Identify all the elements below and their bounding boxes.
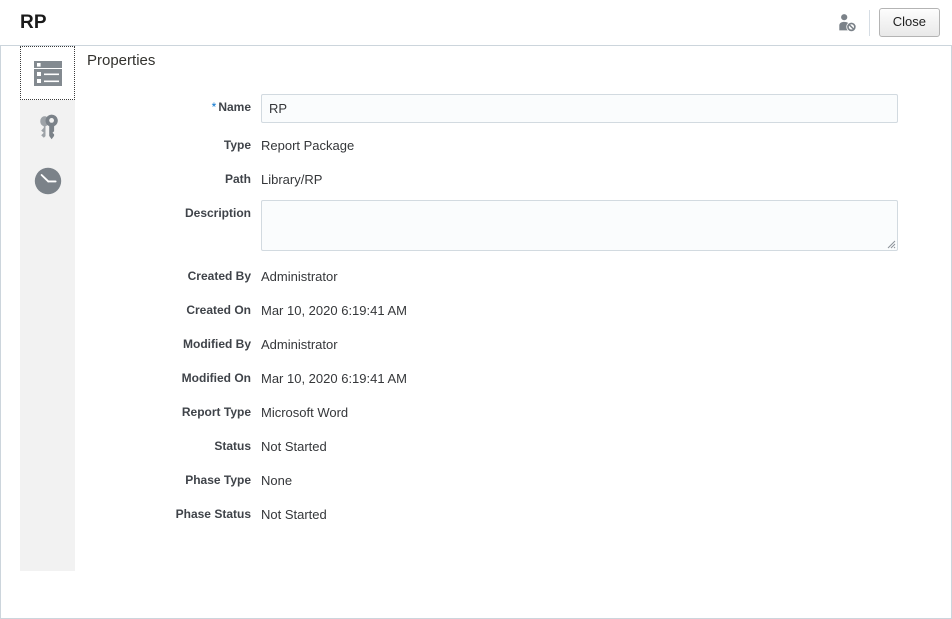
sidebar-item-properties[interactable] xyxy=(20,46,75,100)
label-type: Type xyxy=(223,138,251,152)
sidebar-item-history[interactable] xyxy=(20,154,75,208)
label-status: Status xyxy=(214,439,251,453)
clock-icon xyxy=(33,166,63,196)
name-input[interactable] xyxy=(261,94,898,123)
value-type: Report Package xyxy=(261,138,355,153)
form-row-report-type: Report Type Microsoft Word xyxy=(75,399,935,420)
user-unassigned-icon[interactable] xyxy=(833,9,861,37)
value-phase-type: None xyxy=(261,473,293,488)
page-title: RP xyxy=(20,12,47,33)
form-row-name: * Name xyxy=(75,94,935,123)
properties-list-icon xyxy=(33,60,63,87)
form-row-phase-type: Phase Type None xyxy=(75,467,935,488)
value-report-type: Microsoft Word xyxy=(261,405,349,420)
value-modified-on: Mar 10, 2020 6:19:41 AM xyxy=(261,371,407,386)
value-created-by: Administrator xyxy=(261,269,338,284)
label-phase-type: Phase Type xyxy=(185,473,251,487)
label-modified-by: Modified By xyxy=(183,337,251,351)
label-description: Description xyxy=(184,206,251,220)
label-created-on: Created On xyxy=(186,303,251,317)
form-row-path: Path Library/RP xyxy=(75,166,935,187)
properties-dialog: RP Close Properties * Name RP Type Repor… xyxy=(0,0,952,619)
content-panel: Properties *Name Type Report Package xyxy=(0,45,952,619)
label-path: Path xyxy=(224,172,251,186)
form-row-created-by: Created By Administrator xyxy=(75,263,935,284)
form-row-status: Status Not Started xyxy=(75,433,935,454)
required-asterisk: * xyxy=(211,100,217,114)
properties-form: *Name Type Report Package Path Library/R… xyxy=(75,94,935,535)
properties-heading: Properties xyxy=(87,52,156,69)
label-name: * Name xyxy=(211,100,251,114)
value-status: Not Started xyxy=(261,439,327,454)
form-row-modified-on: Modified On Mar 10, 2020 6:19:41 AM xyxy=(75,365,935,386)
header-divider xyxy=(868,9,870,36)
header-actions: Close xyxy=(833,0,940,45)
form-row-type: Type Report Package xyxy=(75,132,935,153)
value-path: Library/RP xyxy=(261,172,323,187)
description-textarea[interactable] xyxy=(261,200,898,251)
label-report-type: Report Type xyxy=(181,405,251,419)
sidebar-item-access[interactable] xyxy=(20,100,75,154)
close-button[interactable]: Close xyxy=(878,8,940,37)
form-row-description: Description xyxy=(75,200,935,251)
value-modified-by: Administrator xyxy=(261,337,338,352)
keys-icon xyxy=(33,112,63,142)
dialog-header: RP Close xyxy=(0,0,952,45)
label-modified-on: Modified On xyxy=(181,371,251,385)
value-created-on: Mar 10, 2020 6:19:41 AM xyxy=(261,303,407,318)
form-row-phase-status: Phase Status Not Started xyxy=(75,501,935,522)
properties-content: Properties *Name Type Report Package xyxy=(75,46,951,618)
sidebar xyxy=(20,46,75,571)
label-created-by: Created By xyxy=(187,269,251,283)
value-phase-status: Not Started xyxy=(261,507,327,522)
label-phase-status: Phase Status xyxy=(175,507,251,521)
form-row-modified-by: Modified By Administrator xyxy=(75,331,935,352)
form-row-created-on: Created On Mar 10, 2020 6:19:41 AM xyxy=(75,297,935,318)
